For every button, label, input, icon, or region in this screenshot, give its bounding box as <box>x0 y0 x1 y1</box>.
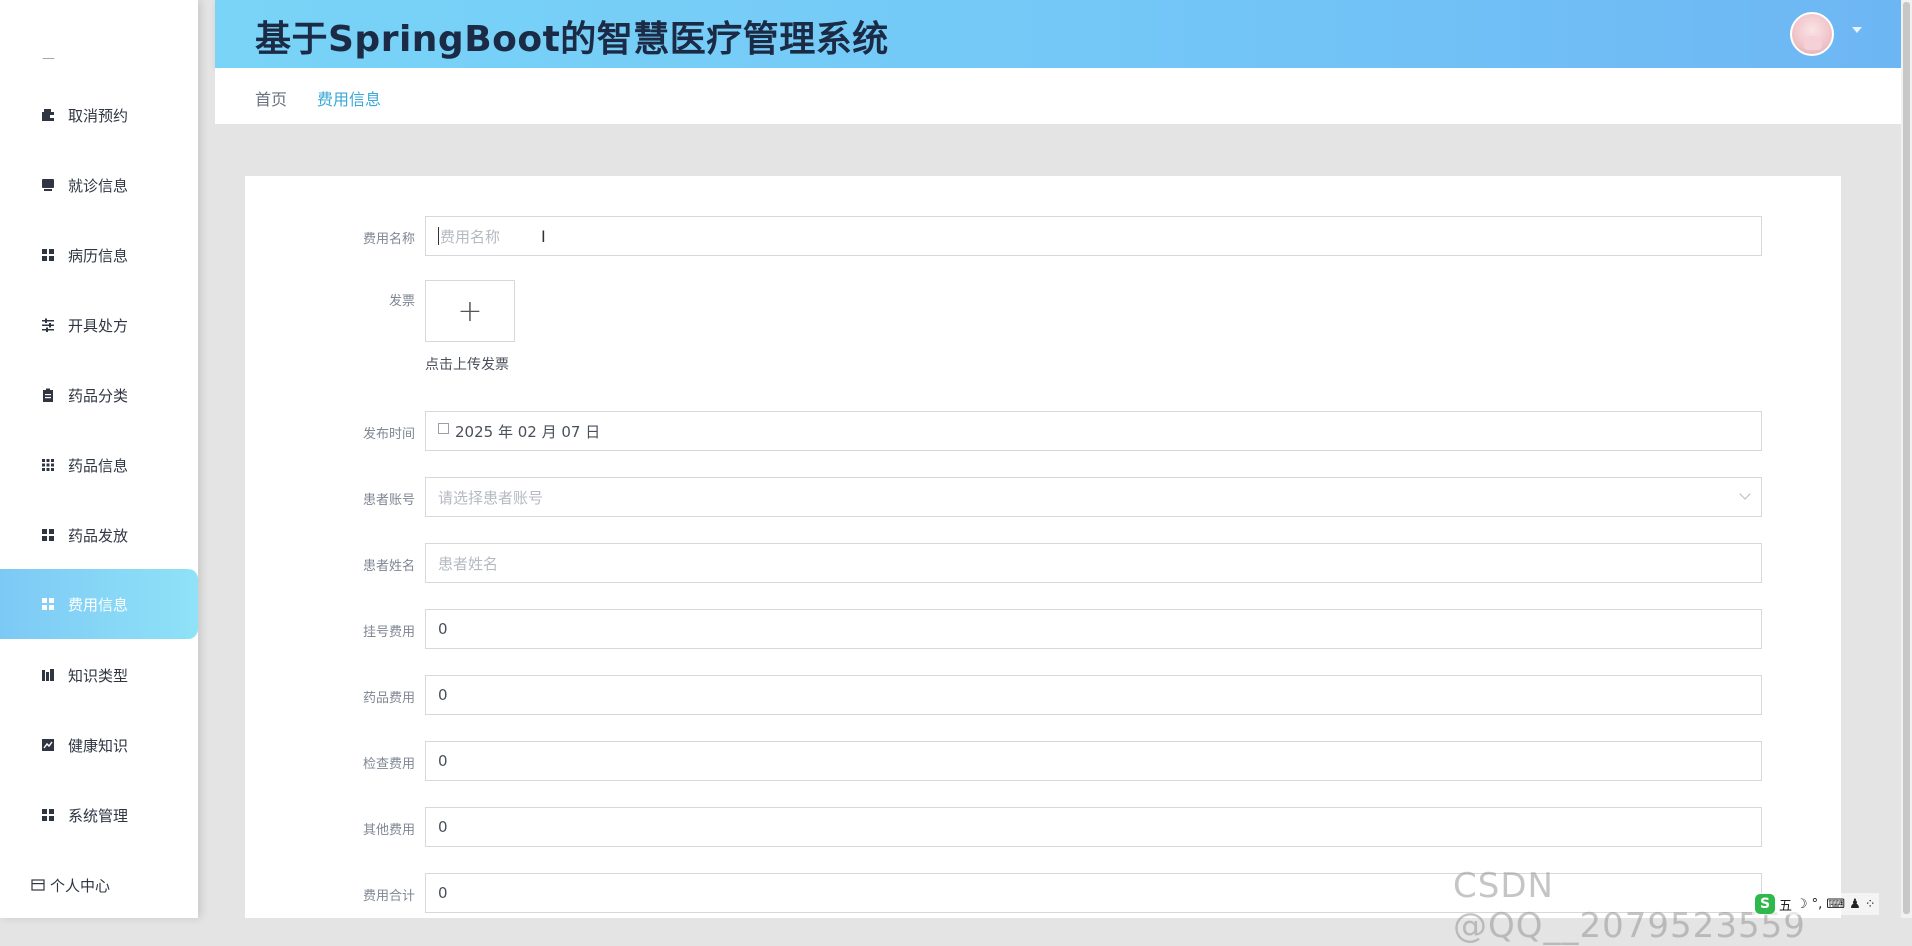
grid-icon <box>40 807 56 823</box>
clipboard-icon <box>40 387 56 403</box>
sidebar-collapse-mark[interactable]: — <box>42 51 55 66</box>
sidebar-item-cancel-appointment[interactable]: 取消预约 <box>0 80 198 150</box>
sidebar-item-health-knowledge[interactable]: 健康知识 <box>0 710 198 780</box>
fee-name-placeholder: 费用名称 <box>440 227 501 246</box>
fee-name-input[interactable]: 费用名称 I <box>425 216 1762 256</box>
user-icon[interactable]: ♟ <box>1849 897 1861 912</box>
sidebar-item-prescription[interactable]: 开具处方 <box>0 290 198 360</box>
text-caret <box>438 227 439 245</box>
other-fee-label: 其他费用 <box>362 823 415 838</box>
fee-name-label: 费用名称 <box>362 232 415 247</box>
patient-name-label: 患者姓名 <box>362 559 415 574</box>
sidebar-item-label: 药品信息 <box>68 456 129 475</box>
grid-icon <box>40 527 56 543</box>
sidebar-item-drug-dispense[interactable]: 药品发放 <box>0 500 198 570</box>
publish-time-label: 发布时间 <box>362 427 415 442</box>
sidebar-item-label: 药品发放 <box>68 526 129 545</box>
sidebar: — 取消预约 就诊信息 病历信息 开具处方 药品分类 药品信息 药品发放 费用信… <box>0 0 198 918</box>
wallet-icon <box>40 107 56 123</box>
fee-form-card: 费用名称 费用名称 I 发票 + 点击上传发票 发布时间 2025 年 02 月… <box>245 176 1841 918</box>
sidebar-item-label: 费用信息 <box>68 595 129 614</box>
settings-icon[interactable]: ⁘ <box>1865 897 1876 912</box>
sidebar-item-label: 系统管理 <box>68 806 129 825</box>
sidebar-item-label: 知识类型 <box>68 666 129 685</box>
sidebar-item-drug-info[interactable]: 药品信息 <box>0 430 198 500</box>
sidebar-item-label: 取消预约 <box>68 106 129 125</box>
patient-account-label: 患者账号 <box>362 493 415 508</box>
registration-fee-value: 0 <box>438 620 448 638</box>
patient-account-select[interactable]: 请选择患者账号 <box>425 477 1762 517</box>
breadcrumb-current: 费用信息 <box>317 90 382 109</box>
moon-icon[interactable]: ☽ <box>1796 897 1808 912</box>
other-fee-value: 0 <box>438 818 448 836</box>
exam-fee-label: 检查费用 <box>362 757 415 772</box>
publish-time-value: 2025 年 02 月 07 日 <box>455 422 601 441</box>
page-scrollbar[interactable] <box>1901 0 1912 918</box>
dots-grid-icon <box>40 457 56 473</box>
exam-fee-value: 0 <box>438 752 448 770</box>
drug-fee-input[interactable]: 0 <box>425 675 1762 715</box>
sidebar-item-personal-center[interactable]: 个人中心 <box>0 850 198 920</box>
app-title: 基于SpringBoot的智慧医疗管理系统 <box>255 19 889 60</box>
sliders-icon <box>40 317 56 333</box>
drug-fee-label: 药品费用 <box>362 691 415 706</box>
sidebar-item-label: 个人中心 <box>50 876 111 895</box>
chevron-down-icon[interactable] <box>1852 27 1862 33</box>
breadcrumb: 首页 费用信息 <box>215 68 1901 124</box>
scrollbar-thumb[interactable] <box>1903 2 1910 914</box>
sidebar-item-fee-info[interactable]: 费用信息 <box>0 569 198 639</box>
sidebar-item-label: 就诊信息 <box>68 176 129 195</box>
sidebar-item-label: 健康知识 <box>68 736 129 755</box>
other-fee-input[interactable]: 0 <box>425 807 1762 847</box>
sidebar-item-visit-info[interactable]: 就诊信息 <box>0 150 198 220</box>
patient-name-input[interactable]: 患者姓名 <box>425 543 1762 583</box>
sidebar-item-medical-records[interactable]: 病历信息 <box>0 220 198 290</box>
grid-icon <box>40 247 56 263</box>
ime-mode[interactable]: 五 <box>1779 895 1792 914</box>
publish-time-date-input[interactable]: 2025 年 02 月 07 日 <box>425 411 1762 451</box>
grid-icon <box>40 596 56 612</box>
patient-name-placeholder: 患者姓名 <box>438 554 499 573</box>
chart-icon <box>40 737 56 753</box>
calendar-icon <box>438 422 449 434</box>
sidebar-item-label: 开具处方 <box>68 316 129 335</box>
plus-icon: + <box>457 293 483 329</box>
sidebar-item-label: 病历信息 <box>68 246 129 265</box>
avatar[interactable] <box>1790 12 1834 56</box>
chevron-down-icon <box>1739 488 1751 500</box>
invoice-label: 发票 <box>388 294 415 309</box>
breadcrumb-home[interactable]: 首页 <box>255 86 287 110</box>
keyboard-icon[interactable]: ⌨ <box>1826 897 1845 912</box>
sidebar-item-knowledge-type[interactable]: 知识类型 <box>0 640 198 710</box>
drug-fee-value: 0 <box>438 686 448 704</box>
sidebar-item-system-management[interactable]: 系统管理 <box>0 780 198 850</box>
top-header: 基于SpringBoot的智慧医疗管理系统 <box>215 0 1901 68</box>
invoice-upload-button[interactable]: + <box>425 280 515 342</box>
sidebar-item-drug-category[interactable]: 药品分类 <box>0 360 198 430</box>
punctuation-icon[interactable]: °, <box>1812 897 1823 912</box>
ime-logo-icon: S <box>1755 894 1775 914</box>
exam-fee-input[interactable]: 0 <box>425 741 1762 781</box>
invoice-upload-hint: 点击上传发票 <box>425 357 509 373</box>
monitor-icon <box>40 177 56 193</box>
ime-toolbar[interactable]: S 五 ☽ °, ⌨ ♟ ⁘ <box>1752 893 1879 915</box>
patient-account-placeholder: 请选择患者账号 <box>438 488 544 507</box>
sidebar-item-label: 药品分类 <box>68 386 129 405</box>
ibeam-cursor-icon: I <box>541 227 546 246</box>
books-icon <box>40 667 56 683</box>
registration-fee-input[interactable]: 0 <box>425 609 1762 649</box>
total-fee-label: 费用合计 <box>362 889 415 904</box>
total-fee-value: 0 <box>438 884 448 902</box>
card-icon <box>30 877 46 893</box>
registration-fee-label: 挂号费用 <box>362 625 415 640</box>
